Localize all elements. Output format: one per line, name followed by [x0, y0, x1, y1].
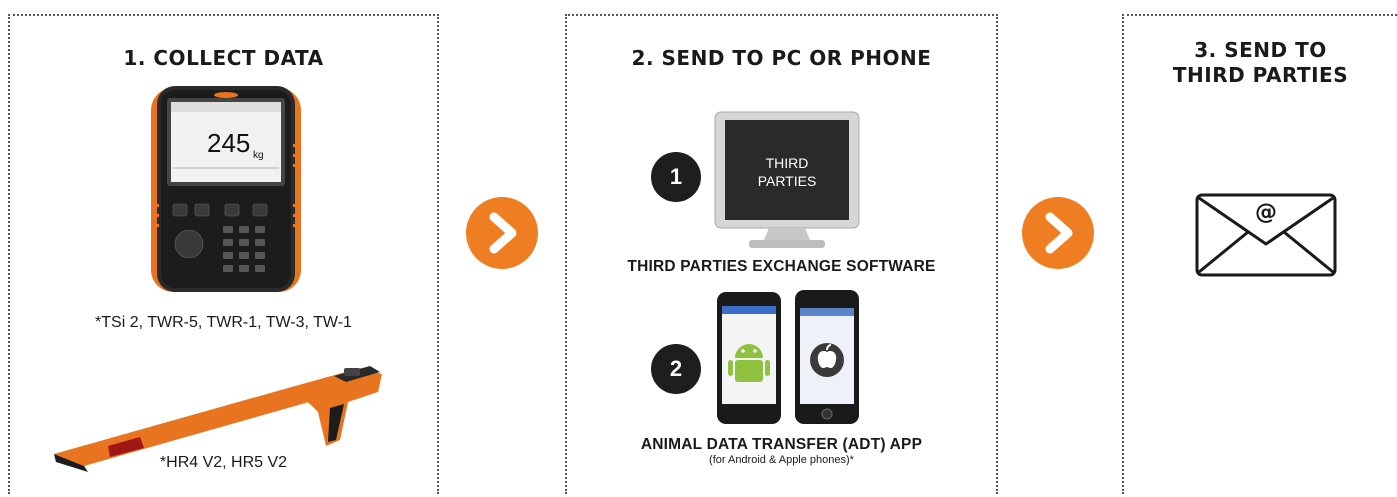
screen-weight-value: 245: [207, 128, 250, 158]
email-envelope-icon: @: [1194, 192, 1338, 278]
next-arrow-icon: [1022, 197, 1094, 269]
step-3-title-line1: 3. SEND TO: [1194, 38, 1327, 62]
step-send-to-third-parties-panel: 3. SEND TO THIRD PARTIES @: [1122, 14, 1397, 494]
weigh-scale-indicator-image: 245 kg: [151, 86, 301, 292]
smartphones-image: [717, 290, 859, 424]
email-at-symbol: @: [1255, 200, 1277, 225]
stick-reader-models-caption: *HR4 V2, HR5 V2: [159, 454, 288, 471]
step-2-title: 2. SEND TO PC OR PHONE: [631, 46, 932, 70]
step-3-title-line2: THIRD PARTIES: [1172, 63, 1349, 87]
step-send-to-pc-panel: 2. SEND TO PC OR PHONE 1 THIRD PARTIES T…: [565, 14, 998, 494]
exchange-software-caption: THIRD PARTIES EXCHANGE SOFTWARE: [627, 258, 936, 275]
next-arrow-icon: [466, 197, 538, 269]
option-2-badge: 2: [651, 344, 701, 394]
adt-app-subcaption: (for Android & Apple phones)*: [709, 454, 854, 466]
option-1-badge: 1: [651, 152, 701, 202]
monitor-screen-text-line1: THIRD: [765, 155, 809, 171]
monitor-screen-text-line2: PARTIES: [757, 173, 817, 189]
adt-app-caption: ANIMAL DATA TRANSFER (ADT) APP: [640, 436, 923, 453]
apple-icon: [810, 343, 844, 377]
step-1-title: 1. COLLECT DATA: [123, 46, 324, 70]
step-collect-data-panel: 1. COLLECT DATA 245 kg *TSi 2, TWR-5, TW…: [8, 14, 439, 494]
indicator-models-caption: *TSi 2, TWR-5, TWR-1, TW-3, TW-1: [95, 314, 352, 331]
screen-weight-unit: kg: [253, 150, 264, 161]
monitor-image: THIRD PARTIES: [713, 110, 861, 250]
